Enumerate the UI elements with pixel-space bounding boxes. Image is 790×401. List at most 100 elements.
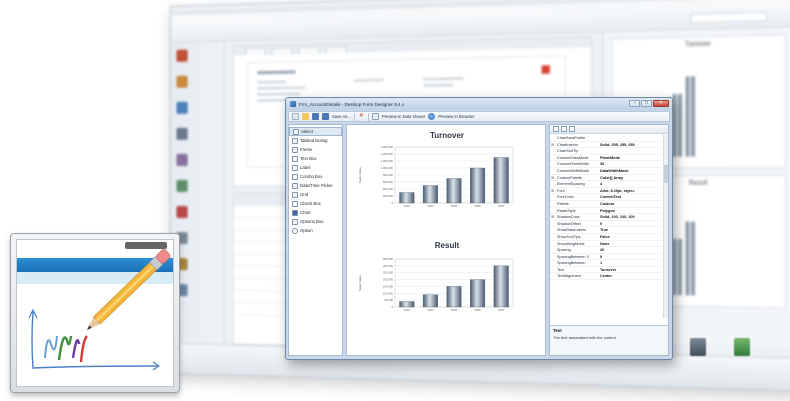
- new-icon[interactable]: [292, 113, 299, 120]
- bg-module-item[interactable]: [171, 68, 224, 95]
- property-value[interactable]: [600, 135, 662, 141]
- property-row[interactable]: CustomPaletteColor[] Array: [550, 175, 662, 182]
- property-value[interactable]: 0: [600, 254, 662, 260]
- open-folder-icon[interactable]: [302, 113, 309, 120]
- property-value[interactable]: Polygon: [600, 208, 662, 214]
- tool-tabbed-dialog[interactable]: Tabbed Dialog: [289, 136, 342, 145]
- property-name: ColumnWidthMode: [557, 168, 590, 173]
- y-tick-label: 200,000: [383, 194, 394, 198]
- tool-check-box[interactable]: Check Box: [289, 199, 342, 208]
- dock-pen-icon[interactable]: [734, 338, 750, 356]
- save-as-button[interactable]: Save As...: [332, 114, 351, 119]
- property-value[interactable]: False: [600, 234, 662, 240]
- maximize-button[interactable]: □: [641, 100, 652, 107]
- categorized-view-icon[interactable]: [553, 126, 559, 132]
- property-value[interactable]: True: [600, 227, 662, 233]
- property-value[interactable]: ControlText: [600, 194, 662, 200]
- combo-box-icon: [292, 173, 298, 180]
- scrollbar-thumb[interactable]: [664, 165, 668, 183]
- tool-label[interactable]: Label: [289, 163, 342, 172]
- bg-search-input[interactable]: [690, 11, 768, 24]
- property-row[interactable]: Text Turnover: [550, 267, 662, 274]
- browser-globe-icon[interactable]: [428, 113, 436, 120]
- property-value[interactable]: None: [600, 241, 662, 247]
- property-row[interactable]: ShadowColorSolid, 100, 100, 100: [550, 214, 662, 221]
- bg-module-item[interactable]: [171, 147, 224, 173]
- property-value[interactable]: Turnover: [600, 267, 662, 273]
- design-canvas[interactable]: Turnover Sales Value 1.600,000 1.400,000 1.…: [346, 124, 546, 356]
- tool-select[interactable]: Select: [289, 127, 342, 136]
- tool-text-box[interactable]: Text Box: [289, 154, 342, 163]
- close-button[interactable]: ✕: [653, 100, 669, 107]
- property-value[interactable]: Arial, 8.25pt, style=: [600, 188, 662, 194]
- y-tick-label: 150,000: [383, 284, 394, 288]
- bar: [399, 192, 415, 204]
- preview-browser-button[interactable]: Preview In Browser: [438, 114, 474, 119]
- property-row[interactable]: ShowToolTips False: [550, 234, 662, 241]
- property-value[interactable]: Solid, 255, 255, 255: [600, 142, 662, 148]
- result-chart[interactable]: Sales Value 350,000 300,000 250,000 200,000 1…: [355, 255, 539, 315]
- preview-data-viewer-button[interactable]: Preview In Data Viewer: [382, 114, 425, 119]
- bg-module-item[interactable]: [171, 42, 224, 69]
- property-name: SpacingBetween: [557, 261, 586, 266]
- bg-module-item[interactable]: [171, 120, 224, 147]
- tool-options-box[interactable]: Options Box: [289, 217, 342, 226]
- dock-printer-icon[interactable]: [690, 338, 706, 356]
- property-value[interactable]: 4: [600, 181, 662, 187]
- property-value[interactable]: Color[] Array: [600, 175, 662, 181]
- alphabetical-view-icon[interactable]: [561, 126, 567, 132]
- tool-grid[interactable]: Grid: [289, 190, 342, 199]
- property-pages-icon[interactable]: [569, 126, 575, 132]
- bg-module-item[interactable]: [171, 173, 224, 199]
- tool-option[interactable]: Option: [289, 226, 342, 235]
- property-value[interactable]: Center: [600, 273, 662, 279]
- property-row[interactable]: ElementSpacing 4: [550, 181, 662, 188]
- property-value[interactable]: PlaneMode: [600, 155, 662, 161]
- minimize-button[interactable]: –: [629, 100, 640, 107]
- property-row[interactable]: ForeColor ControlText: [550, 194, 662, 201]
- property-row[interactable]: ChartInteriorSolid, 255, 255, 255: [550, 142, 662, 149]
- property-value[interactable]: 0: [600, 221, 662, 227]
- property-row[interactable]: ColumnFixedWidth 30: [550, 161, 662, 168]
- property-row[interactable]: SpacingBetween 1: [550, 260, 662, 267]
- bg-delete-button[interactable]: [541, 65, 550, 74]
- property-value[interactable]: Custom: [600, 201, 662, 207]
- tool-frame[interactable]: Frame: [289, 145, 342, 154]
- property-name: Palette: [557, 201, 569, 206]
- designer-toolbar: Save As... ✕ Preview In Data Viewer Prev…: [288, 111, 670, 122]
- property-row[interactable]: ChartToolTip: [550, 148, 662, 155]
- delete-icon[interactable]: ✕: [358, 113, 365, 120]
- bg-module-item[interactable]: [171, 94, 224, 121]
- save-as-icon[interactable]: [322, 113, 329, 120]
- property-value[interactable]: 20: [600, 247, 662, 253]
- property-row[interactable]: Spacing 20: [550, 247, 662, 254]
- property-row[interactable]: SpacingBetween X 0: [550, 254, 662, 261]
- property-row[interactable]: FontArial, 8.25pt, style=: [550, 188, 662, 195]
- property-row[interactable]: ColumnWidthMode DataWidthMode: [550, 168, 662, 175]
- property-row[interactable]: ShadowOffset 0: [550, 221, 662, 228]
- designer-titlebar[interactable]: Frm_AccountDetails - Desktop Form Design…: [286, 98, 672, 110]
- property-value[interactable]: Solid, 100, 100, 100: [600, 214, 662, 220]
- property-row[interactable]: Palette Custom: [550, 201, 662, 208]
- property-row[interactable]: ChartAreaProfile: [550, 135, 662, 142]
- property-scrollbar[interactable]: [663, 135, 668, 318]
- data-viewer-icon[interactable]: [371, 113, 379, 120]
- property-row[interactable]: RadarStyle Polygon: [550, 208, 662, 215]
- property-row[interactable]: ColumnDrawMode PlaneMode: [550, 155, 662, 162]
- property-value[interactable]: DataWidthMode: [600, 168, 662, 174]
- form-designer-window: Frm_AccountDetails - Desktop Form Design…: [285, 97, 673, 360]
- property-row[interactable]: TextAlignment Center: [550, 273, 662, 281]
- tool-combo-box[interactable]: Combo Box: [289, 172, 342, 181]
- tool-date-time-picker[interactable]: Date/Time Picker: [289, 181, 342, 190]
- radio-option-icon: [292, 227, 298, 234]
- property-list: ChartAreaProfile ChartInteriorSolid, 255,…: [550, 135, 662, 318]
- property-value[interactable]: 30: [600, 161, 662, 167]
- property-row[interactable]: SmoothingMode None: [550, 241, 662, 248]
- turnover-chart[interactable]: Sales Value 1.600,000 1.400,000 1.200,000 1.…: [355, 143, 539, 211]
- save-icon[interactable]: [312, 113, 319, 120]
- property-row[interactable]: ShowDataLabels True: [550, 227, 662, 234]
- property-value[interactable]: 1: [600, 260, 662, 266]
- tool-chart[interactable]: Chart: [289, 208, 342, 217]
- bg-module-item[interactable]: [171, 199, 224, 225]
- property-value[interactable]: [600, 148, 662, 154]
